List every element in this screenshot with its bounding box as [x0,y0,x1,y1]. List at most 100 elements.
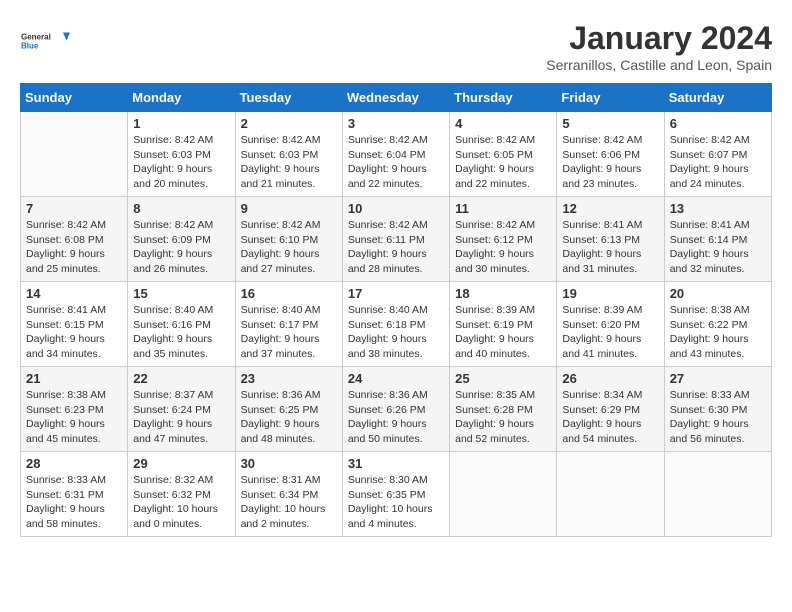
day-number: 23 [241,371,337,386]
calendar-cell: 24 Sunrise: 8:36 AM Sunset: 6:26 PM Dayli… [342,367,449,452]
day-info: Sunrise: 8:38 AM Sunset: 6:22 PM Dayligh… [670,303,766,362]
title-block: January 2024 Serranillos, Castille and L… [546,20,772,73]
calendar-cell: 18Sunrise: 8:39 AM Sunset: 6:19 PM Dayli… [450,282,557,367]
calendar-cell: 5 Sunrise: 8:42 AM Sunset: 6:06 PM Daylig… [557,112,664,197]
calendar-cell: 15Sunrise: 8:40 AM Sunset: 6:16 PM Dayli… [128,282,235,367]
calendar-cell: 11 Sunrise: 8:42 AM Sunset: 6:12 PM Dayli… [450,197,557,282]
day-info: Sunrise: 8:39 AM Sunset: 6:20 PM Dayligh… [562,303,658,362]
day-number: 9 [241,201,337,216]
week-row-4: 21 Sunrise: 8:38 AM Sunset: 6:23 PM Dayli… [21,367,772,452]
day-info: Sunrise: 8:42 AM Sunset: 6:12 PM Dayligh… [455,218,551,277]
day-info: Sunrise: 8:31 AM Sunset: 6:34 PM Dayligh… [241,473,337,532]
day-number: 16 [241,286,337,301]
day-info: Sunrise: 8:36 AM Sunset: 6:25 PM Dayligh… [241,388,337,447]
calendar-cell [21,112,128,197]
day-info: Sunrise: 8:42 AM Sunset: 6:03 PM Dayligh… [133,133,229,192]
day-number: 2 [241,116,337,131]
day-number: 29 [133,456,229,471]
day-info: Sunrise: 8:42 AM Sunset: 6:07 PM Dayligh… [670,133,766,192]
svg-text:Blue: Blue [21,42,39,51]
day-number: 14 [26,286,122,301]
week-row-3: 14 Sunrise: 8:41 AM Sunset: 6:15 PM Dayli… [21,282,772,367]
calendar-cell: 28 Sunrise: 8:33 AM Sunset: 6:31 PM Dayli… [21,452,128,537]
day-info: Sunrise: 8:40 AM Sunset: 6:16 PM Dayligh… [133,303,229,362]
calendar-cell: 13Sunrise: 8:41 AM Sunset: 6:14 PM Dayli… [664,197,771,282]
weekday-header-monday: Monday [128,84,235,112]
month-title: January 2024 [546,20,772,57]
day-info: Sunrise: 8:42 AM Sunset: 6:06 PM Dayligh… [562,133,658,192]
week-row-2: 7 Sunrise: 8:42 AM Sunset: 6:08 PM Daylig… [21,197,772,282]
day-info: Sunrise: 8:42 AM Sunset: 6:05 PM Dayligh… [455,133,551,192]
calendar-cell: 3 Sunrise: 8:42 AM Sunset: 6:04 PM Daylig… [342,112,449,197]
day-info: Sunrise: 8:42 AM Sunset: 6:04 PM Dayligh… [348,133,444,192]
weekday-header-tuesday: Tuesday [235,84,342,112]
day-info: Sunrise: 8:33 AM Sunset: 6:31 PM Dayligh… [26,473,122,532]
calendar-cell: 17Sunrise: 8:40 AM Sunset: 6:18 PM Dayli… [342,282,449,367]
calendar-cell: 19 Sunrise: 8:39 AM Sunset: 6:20 PM Dayli… [557,282,664,367]
weekday-header-friday: Friday [557,84,664,112]
day-number: 22 [133,371,229,386]
day-number: 4 [455,116,551,131]
day-number: 20 [670,286,766,301]
day-info: Sunrise: 8:40 AM Sunset: 6:18 PM Dayligh… [348,303,444,362]
day-number: 6 [670,116,766,131]
calendar-cell: 12 Sunrise: 8:41 AM Sunset: 6:13 PM Dayli… [557,197,664,282]
day-number: 25 [455,371,551,386]
day-info: Sunrise: 8:42 AM Sunset: 6:08 PM Dayligh… [26,218,122,277]
week-row-5: 28 Sunrise: 8:33 AM Sunset: 6:31 PM Dayli… [21,452,772,537]
day-number: 12 [562,201,658,216]
calendar-cell: 4 Sunrise: 8:42 AM Sunset: 6:05 PM Daylig… [450,112,557,197]
day-info: Sunrise: 8:41 AM Sunset: 6:15 PM Dayligh… [26,303,122,362]
day-number: 5 [562,116,658,131]
weekday-header-thursday: Thursday [450,84,557,112]
calendar-cell: 29Sunrise: 8:32 AM Sunset: 6:32 PM Dayli… [128,452,235,537]
day-number: 18 [455,286,551,301]
day-number: 21 [26,371,122,386]
day-number: 26 [562,371,658,386]
calendar-cell: 26 Sunrise: 8:34 AM Sunset: 6:29 PM Dayli… [557,367,664,452]
day-number: 30 [241,456,337,471]
calendar-cell: 27 Sunrise: 8:33 AM Sunset: 6:30 PM Dayli… [664,367,771,452]
svg-text:General: General [21,33,51,42]
day-number: 28 [26,456,122,471]
calendar-cell [450,452,557,537]
day-info: Sunrise: 8:42 AM Sunset: 6:03 PM Dayligh… [241,133,337,192]
day-info: Sunrise: 8:35 AM Sunset: 6:28 PM Dayligh… [455,388,551,447]
day-info: Sunrise: 8:38 AM Sunset: 6:23 PM Dayligh… [26,388,122,447]
location-subtitle: Serranillos, Castille and Leon, Spain [546,57,772,73]
calendar-cell: 1Sunrise: 8:42 AM Sunset: 6:03 PM Daylig… [128,112,235,197]
day-number: 11 [455,201,551,216]
day-number: 27 [670,371,766,386]
calendar-cell: 30 Sunrise: 8:31 AM Sunset: 6:34 PM Dayli… [235,452,342,537]
day-number: 10 [348,201,444,216]
weekday-header-row: SundayMondayTuesdayWednesdayThursdayFrid… [21,84,772,112]
calendar-cell: 23 Sunrise: 8:36 AM Sunset: 6:25 PM Dayli… [235,367,342,452]
day-info: Sunrise: 8:42 AM Sunset: 6:10 PM Dayligh… [241,218,337,277]
weekday-header-wednesday: Wednesday [342,84,449,112]
day-number: 31 [348,456,444,471]
calendar-cell: 31Sunrise: 8:30 AM Sunset: 6:35 PM Dayli… [342,452,449,537]
calendar-table: SundayMondayTuesdayWednesdayThursdayFrid… [20,83,772,537]
calendar-cell: 2 Sunrise: 8:42 AM Sunset: 6:03 PM Daylig… [235,112,342,197]
day-info: Sunrise: 8:41 AM Sunset: 6:13 PM Dayligh… [562,218,658,277]
day-number: 3 [348,116,444,131]
logo-svg: General Blue [20,20,70,62]
calendar-cell: 25 Sunrise: 8:35 AM Sunset: 6:28 PM Dayli… [450,367,557,452]
weekday-header-sunday: Sunday [21,84,128,112]
calendar-cell: 8Sunrise: 8:42 AM Sunset: 6:09 PM Daylig… [128,197,235,282]
day-number: 24 [348,371,444,386]
calendar-cell: 7 Sunrise: 8:42 AM Sunset: 6:08 PM Daylig… [21,197,128,282]
day-info: Sunrise: 8:34 AM Sunset: 6:29 PM Dayligh… [562,388,658,447]
day-info: Sunrise: 8:36 AM Sunset: 6:26 PM Dayligh… [348,388,444,447]
page-header: General Blue January 2024 Serranillos, C… [20,20,772,73]
calendar-cell: 9 Sunrise: 8:42 AM Sunset: 6:10 PM Daylig… [235,197,342,282]
weekday-header-saturday: Saturday [664,84,771,112]
week-row-1: 1Sunrise: 8:42 AM Sunset: 6:03 PM Daylig… [21,112,772,197]
logo: General Blue [20,20,70,62]
day-number: 13 [670,201,766,216]
day-number: 19 [562,286,658,301]
day-info: Sunrise: 8:42 AM Sunset: 6:11 PM Dayligh… [348,218,444,277]
day-info: Sunrise: 8:33 AM Sunset: 6:30 PM Dayligh… [670,388,766,447]
day-number: 7 [26,201,122,216]
calendar-cell: 10 Sunrise: 8:42 AM Sunset: 6:11 PM Dayli… [342,197,449,282]
